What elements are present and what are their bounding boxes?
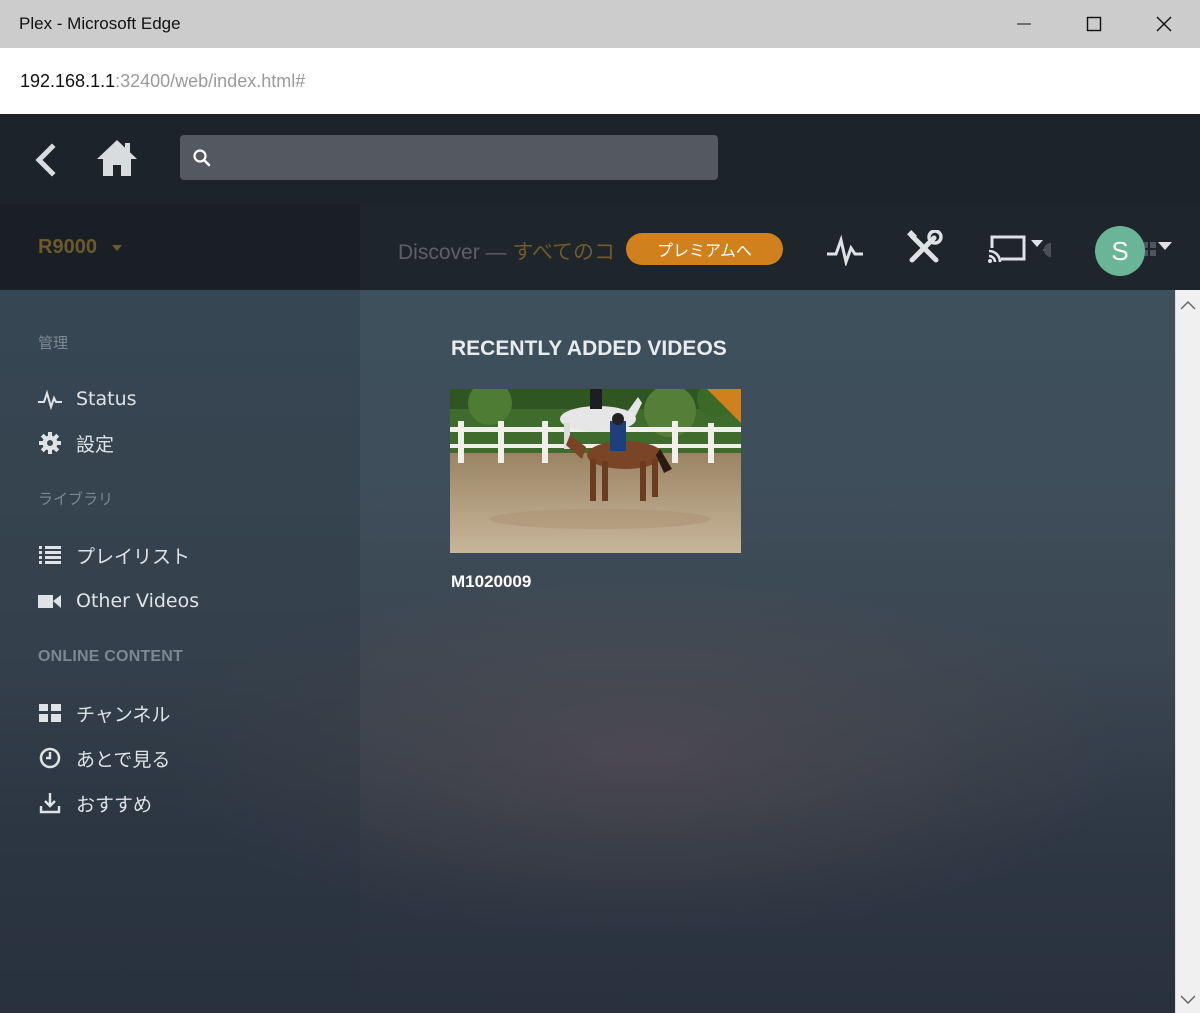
- sidebar-item-other-videos[interactable]: Other Videos: [38, 586, 338, 616]
- sidebar-item-playlists[interactable]: プレイリスト: [38, 540, 338, 570]
- scroll-up-button[interactable]: [1176, 294, 1200, 316]
- cast-button[interactable]: [987, 234, 1058, 270]
- video-title[interactable]: M1020009: [451, 572, 531, 592]
- sidebar-item-label: Other Videos: [76, 590, 200, 612]
- sidebar-heading-library: ライブラリ: [38, 490, 114, 508]
- back-button[interactable]: [30, 140, 60, 180]
- sidebar-item-label: チャンネル: [76, 703, 171, 726]
- window-title: Plex - Microsoft Edge: [19, 14, 181, 33]
- chevron-left-icon: [35, 143, 56, 177]
- close-button[interactable]: [1130, 0, 1198, 48]
- sidebar-item-channels[interactable]: チャンネル: [38, 698, 338, 728]
- top-navigation: [0, 114, 1200, 204]
- grid-icon: [38, 701, 62, 725]
- search-box[interactable]: [180, 135, 718, 180]
- scrollbar[interactable]: [1175, 290, 1200, 1013]
- tools-icon: [907, 229, 943, 263]
- breadcrumb-discover[interactable]: Discover: [398, 241, 480, 264]
- search-input[interactable]: [220, 135, 710, 180]
- caret-down-icon: [112, 245, 122, 251]
- settings-tools-button[interactable]: [906, 229, 944, 270]
- maximize-icon: [1086, 16, 1102, 32]
- cast-icon: [987, 235, 1058, 263]
- close-icon: [1156, 16, 1172, 32]
- activity-button[interactable]: [826, 230, 864, 270]
- premium-button[interactable]: プレミアムへ: [626, 233, 783, 265]
- address-bar[interactable]: 192.168.1.1:32400/web/index.html#: [0, 48, 1200, 114]
- plex-app: R9000 Discover — すべてのコ プレミアムへ S 管理 Statu…: [0, 114, 1200, 1013]
- server-selector[interactable]: R9000: [0, 204, 360, 290]
- search-icon: [193, 149, 211, 167]
- minimize-icon: [1017, 23, 1031, 25]
- address-url[interactable]: 192.168.1.1:32400/web/index.html#: [20, 71, 305, 92]
- user-menu-caret[interactable]: [1140, 238, 1176, 272]
- minimize-button[interactable]: [990, 0, 1058, 48]
- sidebar-item-label: プレイリスト: [76, 545, 191, 568]
- window-titlebar: Plex - Microsoft Edge: [0, 0, 1200, 48]
- sub-header: R9000 Discover — すべてのコ プレミアムへ S: [0, 204, 1200, 290]
- sidebar-item-label: 設定: [76, 433, 115, 456]
- home-button[interactable]: [94, 136, 140, 180]
- sidebar-item-settings[interactable]: 設定: [38, 428, 338, 458]
- user-avatar[interactable]: S: [1095, 226, 1145, 276]
- breadcrumb: Discover — すべてのコ: [398, 236, 615, 266]
- sidebar-heading-manage: 管理: [38, 334, 69, 352]
- video-poster-image: [450, 389, 741, 553]
- maximize-button[interactable]: [1060, 0, 1128, 48]
- sidebar-heading-online: ONLINE CONTENT: [38, 648, 184, 665]
- download-icon: [38, 791, 62, 815]
- home-icon: [97, 140, 137, 176]
- list-icon: [38, 543, 62, 567]
- scroll-down-button[interactable]: [1176, 989, 1200, 1011]
- gear-icon: [38, 431, 62, 455]
- grid-caret-icon: [1142, 242, 1172, 256]
- section-title: RECENTLY ADDED VIDEOS: [451, 337, 727, 360]
- sidebar-item-status[interactable]: Status: [38, 384, 338, 414]
- sidebar: 管理 Status 設定 ライブラリ プレイリスト Other Videos O…: [0, 290, 360, 1013]
- sidebar-item-label: おすすめ: [76, 793, 153, 816]
- breadcrumb-section[interactable]: すべてのコ: [512, 241, 615, 264]
- clock-icon: [38, 746, 62, 770]
- video-thumbnail[interactable]: [450, 389, 741, 553]
- activity-icon: [38, 387, 62, 411]
- sidebar-item-label: Status: [76, 388, 137, 410]
- url-path: :32400/web/index.html#: [115, 70, 306, 91]
- chevron-up-icon: [1180, 301, 1196, 310]
- sidebar-item-watch-later[interactable]: あとで見る: [38, 743, 338, 773]
- breadcrumb-separator: —: [479, 241, 513, 264]
- activity-pulse-icon: [827, 234, 863, 268]
- server-name: R9000: [38, 236, 97, 258]
- sidebar-item-label: あとで見る: [76, 748, 171, 771]
- chevron-down-icon: [1180, 995, 1196, 1004]
- url-host: 192.168.1.1: [20, 70, 116, 91]
- video-camera-icon: [38, 589, 62, 613]
- sidebar-item-recommended[interactable]: おすすめ: [38, 788, 338, 818]
